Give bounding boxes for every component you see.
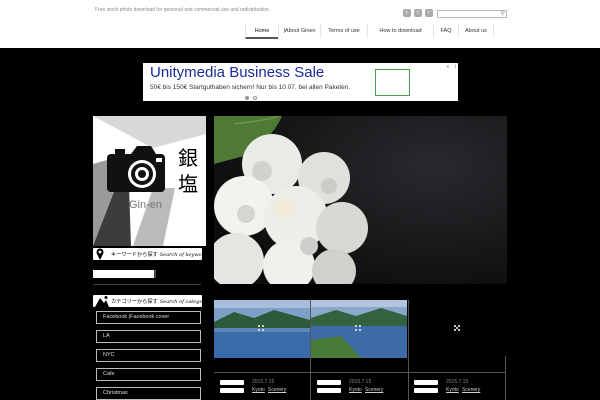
hero-image[interactable] xyxy=(214,116,507,284)
grid-divider xyxy=(310,300,311,400)
ad-title[interactable]: Unitymedia Business Sale xyxy=(150,64,324,81)
post-badge xyxy=(220,380,244,385)
slider-dot-active[interactable] xyxy=(245,96,249,100)
post-thumbnail-3[interactable] xyxy=(410,300,506,358)
category-item-facebook[interactable]: Facebook |Facebook cover xyxy=(96,311,201,324)
grid-divider xyxy=(505,356,506,400)
keyword-search-input[interactable] xyxy=(93,270,156,278)
location-pin-icon xyxy=(96,248,104,260)
sidebar-divider xyxy=(93,284,201,285)
post-tag-kyoto[interactable]: Kyoto xyxy=(446,387,459,393)
facebook-icon[interactable]: f xyxy=(414,9,422,17)
post-tag-kyoto[interactable]: Kyoto xyxy=(252,387,265,393)
white-flowers-photo xyxy=(214,116,507,284)
post-date: 2015.7.15 xyxy=(349,379,372,385)
loading-icon xyxy=(258,325,264,331)
category-search-heading: カテゴリーから探す Search of category xyxy=(93,295,208,307)
mountain-icon xyxy=(95,296,109,307)
nav-terms-of-use[interactable]: Terms of use xyxy=(320,24,367,39)
post-tag-scenery[interactable]: Scenery xyxy=(268,387,286,393)
post-badge xyxy=(414,380,438,385)
category-item-christmas[interactable]: Christmas xyxy=(96,387,201,400)
ad-banner[interactable]: Unitymedia Business Sale 50€ bis 150€ St… xyxy=(143,63,458,101)
nav-about-ginen[interactable]: |About Ginen xyxy=(278,24,320,39)
grid-divider xyxy=(408,300,409,400)
slider-dot[interactable] xyxy=(253,96,257,100)
post-badge xyxy=(317,388,341,393)
search-icon[interactable]: ⚲ xyxy=(501,10,505,17)
post-badge xyxy=(317,380,341,385)
search-input[interactable]: ⚲ xyxy=(437,10,507,18)
rss-icon[interactable]: r xyxy=(425,9,433,17)
post-badge xyxy=(414,388,438,393)
post-tag-kyoto[interactable]: Kyoto xyxy=(349,387,362,393)
category-list: Facebook |Facebook cover LA NYC Cafe Chr… xyxy=(96,311,201,400)
post-date: 2015.7.15 xyxy=(252,379,275,385)
ad-info-icon[interactable]: i xyxy=(455,64,456,70)
site-tagline: Free stock photo download for personal a… xyxy=(95,7,271,13)
post-tag-scenery[interactable]: Scenery xyxy=(462,387,480,393)
keyword-search-heading: キーワードから探す Search of keyword xyxy=(93,248,207,260)
grid-divider xyxy=(214,372,506,373)
site-header: Free stock photo download for personal a… xyxy=(0,0,600,48)
loading-icon xyxy=(355,325,361,331)
category-search-label: カテゴリーから探す Search of category xyxy=(111,299,208,305)
post-badge xyxy=(220,388,244,393)
logo-kanji-en: 塩 xyxy=(178,172,198,196)
post-date: 2015.7.15 xyxy=(446,379,469,385)
nav-faq[interactable]: FAQ xyxy=(433,24,458,39)
loading-icon xyxy=(454,325,460,331)
logo-kanji-gin: 銀 xyxy=(178,146,198,170)
post-tag-scenery[interactable]: Scenery xyxy=(365,387,383,393)
logo-romaji: Gin-en xyxy=(129,199,163,211)
ad-close-icon[interactable]: x xyxy=(447,64,450,70)
site-logo[interactable]: 銀 塩 Gin-en xyxy=(93,116,206,246)
ad-text[interactable]: 50€ bis 150€ Startguthaben sichern! Nur … xyxy=(150,84,350,91)
nav-how-to-download[interactable]: How to download xyxy=(367,24,433,39)
nav-about-us[interactable]: About us xyxy=(458,24,494,39)
ad-image[interactable] xyxy=(375,69,410,96)
category-item-la[interactable]: LA xyxy=(96,330,201,343)
nav-home[interactable]: Home xyxy=(245,24,278,39)
twitter-icon[interactable]: t xyxy=(403,9,411,17)
category-item-nyc[interactable]: NYC xyxy=(96,349,201,362)
main-nav: Home |About Ginen Terms of use How to do… xyxy=(245,24,494,39)
category-item-cafe[interactable]: Cafe xyxy=(96,368,201,381)
keyword-search-label: キーワードから探す Search of keyword xyxy=(111,252,208,258)
